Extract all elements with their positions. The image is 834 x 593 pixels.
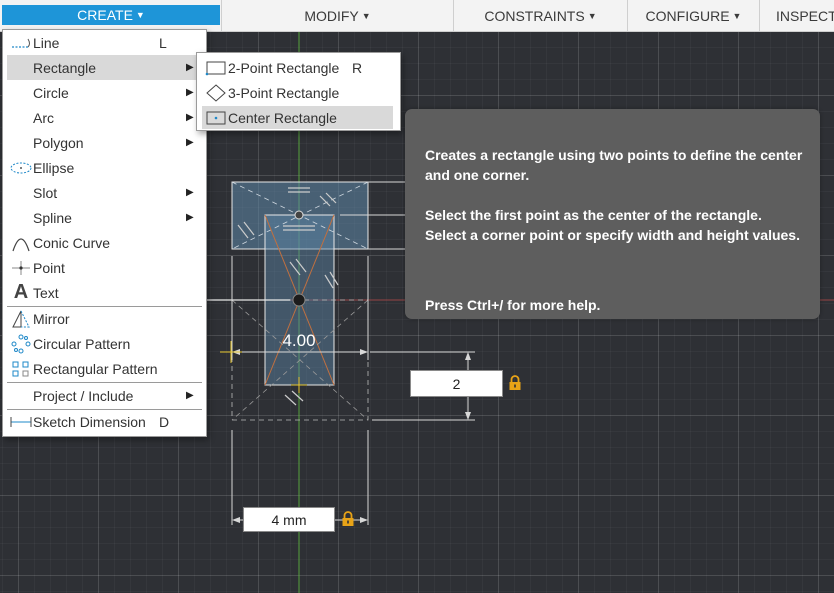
menu-item-conic-curve[interactable]: Conic Curve <box>7 230 202 255</box>
menu-item-label: Rectangular Pattern <box>33 360 158 377</box>
shortcut-label: L <box>159 34 167 51</box>
menu-item-circle[interactable]: Circle ▶ <box>7 80 202 105</box>
toolbar: CREATE ▼ MODIFY ▼ CONSTRAINTS ▼ CONFIGURE ▼ … <box>0 0 834 32</box>
chevron-right-icon: ▶ <box>186 212 194 223</box>
rectangular-pattern-icon <box>9 358 33 380</box>
menu-item-label: Mirror <box>33 310 70 327</box>
three-point-rectangle-icon <box>204 83 228 103</box>
menu-item-circular-pattern[interactable]: Circular Pattern <box>7 331 202 356</box>
origin-point[interactable] <box>292 293 306 307</box>
create-menu: Line L Rectangle ▶ Circle ▶ Arc ▶ Polygo… <box>2 29 207 437</box>
tab-inspect-label: INSPECT <box>776 7 834 24</box>
caret-down-icon: ▼ <box>135 10 145 20</box>
conic-curve-icon <box>9 232 33 254</box>
tab-modify-label: MODIFY <box>304 7 359 24</box>
menu-item-line[interactable]: Line L <box>7 30 202 55</box>
tab-create-active[interactable]: CREATE ▼ <box>2 5 220 25</box>
tooltip: Creates a rectangle using two points to … <box>405 109 820 319</box>
center-point[interactable] <box>294 210 304 220</box>
menu-item-label: 3-Point Rectangle <box>228 84 340 101</box>
menu-item-arc[interactable]: Arc ▶ <box>7 105 202 130</box>
menu-item-label: Sketch Dimension <box>33 413 146 430</box>
tab-modify[interactable]: MODIFY ▼ <box>222 0 454 31</box>
chevron-right-icon: ▶ <box>186 112 194 123</box>
menu-item-label: Circle <box>33 84 69 101</box>
menu-item-slot[interactable]: Slot ▶ <box>7 180 202 205</box>
chevron-right-icon: ▶ <box>186 62 194 73</box>
dimension-text: 4.00 <box>282 331 315 350</box>
center-rectangle-icon <box>204 108 228 128</box>
menu-item-label: Text <box>33 284 59 301</box>
tab-inspect[interactable]: INSPECT <box>760 0 834 31</box>
chevron-right-icon: ▶ <box>186 87 194 98</box>
menu-item-spline[interactable]: Spline ▶ <box>7 205 202 230</box>
menu-item-label: 2-Point Rectangle <box>228 59 340 76</box>
menu-item-label: Arc <box>33 109 54 126</box>
shortcut-label: D <box>159 413 170 430</box>
tab-constraints[interactable]: CONSTRAINTS ▼ <box>454 0 628 31</box>
menu-item-ellipse[interactable]: Ellipse <box>7 155 202 180</box>
menu-item-label: Line <box>33 34 60 51</box>
line-icon <box>9 32 33 54</box>
menu-item-label: Project / Include <box>33 387 134 404</box>
menu-item-label: Center Rectangle <box>228 109 337 126</box>
menu-item-label: Point <box>33 259 65 276</box>
menu-item-polygon[interactable]: Polygon ▶ <box>7 130 202 155</box>
height-input[interactable]: 2 <box>410 370 503 397</box>
menu-item-sketch-dimension[interactable]: Sketch Dimension D <box>7 409 202 434</box>
tooltip-instructions: Select the first point as the center of … <box>425 207 800 243</box>
chevron-right-icon: ▶ <box>186 187 194 198</box>
tab-create[interactable]: CREATE ▼ <box>0 0 222 31</box>
width-input[interactable]: 4 mm <box>243 507 335 532</box>
rectangle-submenu: 2-Point Rectangle R 3-Point Rectangle Ce… <box>196 52 401 131</box>
menu-item-project-include[interactable]: Project / Include ▶ <box>7 383 202 408</box>
two-point-rectangle-icon <box>204 58 228 78</box>
tab-configure[interactable]: CONFIGURE ▼ <box>628 0 760 31</box>
tab-constraints-label: CONSTRAINTS <box>484 7 585 24</box>
ellipse-icon <box>9 157 33 179</box>
point-icon <box>9 257 33 279</box>
menu-item-label: Ellipse <box>33 159 75 176</box>
menu-item-rectangular-pattern[interactable]: Rectangular Pattern <box>7 356 202 381</box>
sketch-dimension-icon <box>9 411 33 433</box>
tab-configure-label: CONFIGURE <box>645 7 730 24</box>
menu-item-text[interactable]: A Text <box>7 280 202 305</box>
menu-item-2-point-rectangle[interactable]: 2-Point Rectangle R <box>202 56 393 79</box>
tooltip-description: Creates a rectangle using two points to … <box>425 147 803 183</box>
menu-item-mirror[interactable]: Mirror <box>7 306 202 331</box>
menu-item-label: Circular Pattern <box>33 335 131 352</box>
chevron-right-icon: ▶ <box>186 137 194 148</box>
menu-item-label: Spline <box>33 209 72 226</box>
menu-item-point[interactable]: Point <box>7 255 202 280</box>
caret-down-icon: ▼ <box>361 10 371 21</box>
text-icon: A <box>13 281 29 303</box>
shortcut-label: R <box>352 59 363 76</box>
menu-item-label: Polygon <box>33 134 84 151</box>
lock-icon[interactable] <box>508 375 522 391</box>
menu-item-label: Slot <box>33 184 58 201</box>
chevron-right-icon: ▶ <box>186 390 194 401</box>
menu-item-label: Conic Curve <box>33 234 111 251</box>
caret-down-icon: ▼ <box>587 10 597 21</box>
mirror-icon <box>9 308 33 330</box>
menu-item-center-rectangle[interactable]: Center Rectangle <box>202 106 393 129</box>
caret-down-icon: ▼ <box>732 10 742 21</box>
lock-icon[interactable] <box>341 511 355 527</box>
menu-item-3-point-rectangle[interactable]: 3-Point Rectangle <box>202 81 393 104</box>
menu-item-label: Rectangle <box>33 59 97 76</box>
menu-item-rectangle[interactable]: Rectangle ▶ <box>7 55 202 80</box>
circular-pattern-icon <box>9 333 33 355</box>
tab-create-label: CREATE <box>77 7 133 23</box>
tooltip-help: Press Ctrl+/ for more help. <box>425 297 601 313</box>
